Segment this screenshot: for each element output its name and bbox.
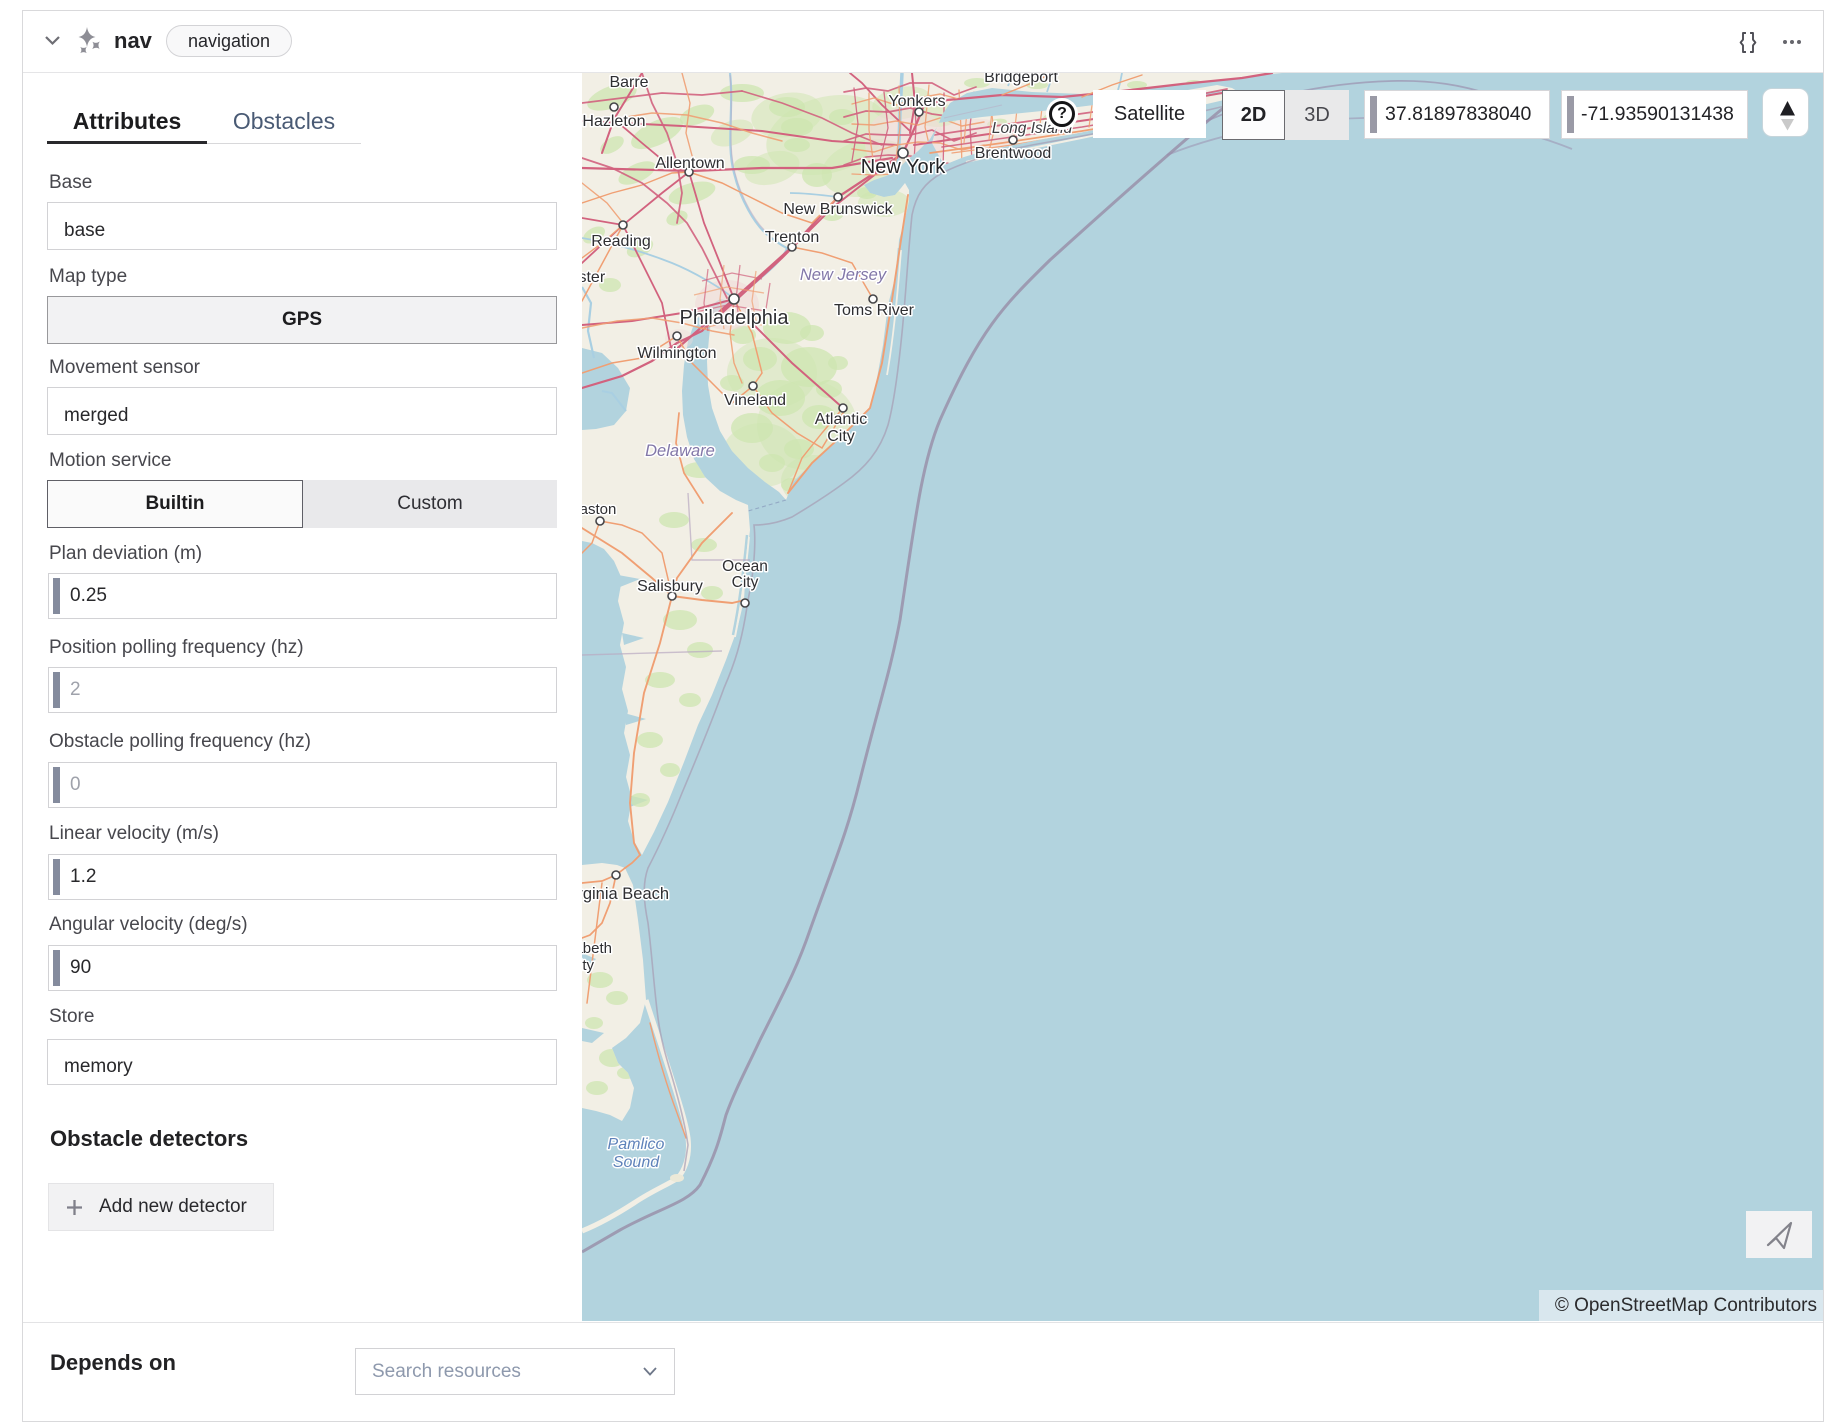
- svg-text:Reading: Reading: [591, 233, 651, 250]
- svg-text:Atlantic: Atlantic: [815, 411, 867, 428]
- svg-text:Easton: Easton: [582, 501, 616, 518]
- svg-text:New York: New York: [861, 156, 946, 178]
- svg-text:Barre: Barre: [609, 74, 648, 91]
- svg-text:New Brunswick: New Brunswick: [783, 201, 893, 218]
- svg-text:Allentown: Allentown: [655, 155, 724, 172]
- svg-text:Philadelphia: Philadelphia: [680, 307, 790, 329]
- svg-text:City: City: [827, 428, 855, 445]
- svg-text:City: City: [582, 957, 594, 974]
- svg-text:Toms River: Toms River: [834, 302, 915, 319]
- svg-text:Brentwood: Brentwood: [975, 145, 1052, 162]
- svg-text:Elizabeth: Elizabeth: [582, 940, 612, 957]
- svg-text:Trenton: Trenton: [765, 229, 820, 246]
- svg-text:Wilmington: Wilmington: [637, 345, 716, 362]
- svg-text:Vineland: Vineland: [724, 392, 786, 409]
- svg-text:Lancaster: Lancaster: [582, 269, 606, 286]
- svg-text:Sound: Sound: [613, 1154, 660, 1171]
- svg-text:New Jersey: New Jersey: [800, 266, 888, 284]
- svg-text:Delaware: Delaware: [645, 442, 715, 460]
- svg-text:Ocean: Ocean: [722, 558, 768, 575]
- svg-text:Bridgeport: Bridgeport: [984, 73, 1058, 86]
- svg-text:Pamlico: Pamlico: [608, 1136, 665, 1153]
- svg-text:Salisbury: Salisbury: [637, 578, 703, 595]
- svg-text:City: City: [732, 574, 759, 591]
- svg-text:Yonkers: Yonkers: [888, 93, 945, 110]
- svg-text:Hazleton: Hazleton: [582, 113, 645, 130]
- svg-text:Virginia Beach: Virginia Beach: [582, 885, 669, 903]
